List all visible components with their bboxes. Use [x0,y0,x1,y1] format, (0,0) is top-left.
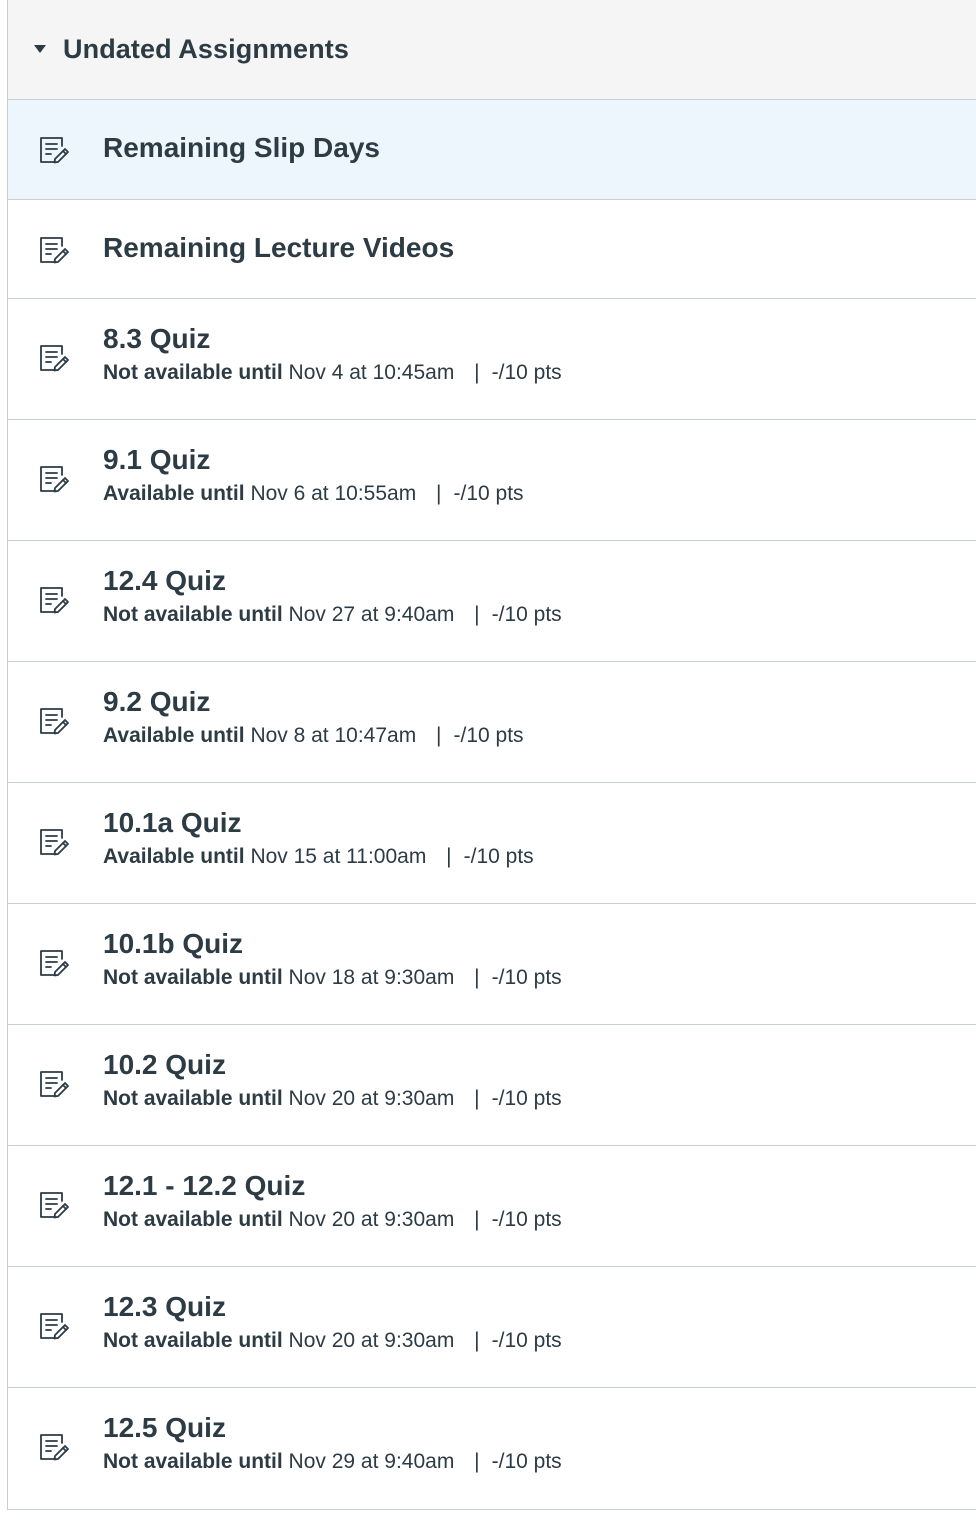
assignment-title[interactable]: Remaining Slip Days [103,131,380,165]
availability-status: Not available until [103,1208,283,1231]
meta-separator: | [446,845,452,868]
assignment-title[interactable]: 12.4 Quiz [103,564,562,598]
availability-date: Nov 18 at 9:30am [288,966,455,989]
assignment-icon [40,237,69,264]
assignment-icon [40,137,69,164]
assignment-title[interactable]: 12.1 - 12.2 Quiz [103,1169,562,1203]
assignment-row[interactable]: Remaining Lecture Videos [8,200,976,299]
assignment-meta: Not available until Nov 18 at 9:30am | -/… [103,965,562,991]
assignment-meta: Available until Nov 6 at 10:55am | -/10 p… [103,481,524,507]
assignment-title[interactable]: 9.2 Quiz [103,685,524,719]
points-possible: -/10 pts [491,966,562,989]
assignment-title[interactable]: 10.1b Quiz [103,927,562,961]
assignment-row[interactable]: 10.1b Quiz Not available until Nov 18 at… [8,904,976,1025]
availability-date: Nov 20 at 9:30am [288,1087,455,1110]
assignment-icon [40,1313,69,1340]
points-possible: -/10 pts [491,1208,562,1231]
assignment-title[interactable]: 10.2 Quiz [103,1048,562,1082]
assignment-title[interactable]: 12.5 Quiz [103,1411,562,1445]
assignment-meta: Not available until Nov 20 at 9:30am | -/… [103,1086,562,1112]
availability-date: Nov 6 at 10:55am [250,482,417,505]
points-possible: -/10 pts [453,482,524,505]
availability-status: Available until [103,845,245,868]
points-possible: -/10 pts [491,1450,562,1473]
assignment-icon [40,950,69,977]
availability-date: Nov 4 at 10:45am [288,361,455,384]
assignment-meta: Not available until Nov 20 at 9:30am | -/… [103,1328,562,1354]
assignment-row[interactable]: 12.1 - 12.2 Quiz Not available until Nov… [8,1146,976,1267]
availability-date: Nov 27 at 9:40am [288,603,455,626]
meta-separator: | [474,603,480,626]
assignment-title[interactable]: 12.3 Quiz [103,1290,562,1324]
meta-separator: | [436,482,442,505]
availability-status: Available until [103,724,245,747]
points-possible: -/10 pts [491,1087,562,1110]
assignment-title[interactable]: 8.3 Quiz [103,322,562,356]
availability-date: Nov 15 at 11:00am [250,845,427,868]
assignment-meta: Not available until Nov 27 at 9:40am | -/… [103,602,562,628]
assignment-meta: Not available until Nov 20 at 9:30am | -/… [103,1207,562,1233]
availability-status: Not available until [103,361,283,384]
availability-status: Not available until [103,1450,283,1473]
assignment-title[interactable]: 9.1 Quiz [103,443,524,477]
meta-separator: | [474,1087,480,1110]
assignment-row[interactable]: 12.4 Quiz Not available until Nov 27 at … [8,541,976,662]
meta-separator: | [474,361,480,384]
assignment-row[interactable]: 12.5 Quiz Not available until Nov 29 at … [8,1388,976,1509]
undated-assignments-panel: Undated Assignments Remaining Slip Days … [7,0,976,1510]
group-title: Undated Assignments [63,34,349,64]
assignment-row[interactable]: 8.3 Quiz Not available until Nov 4 at 10… [8,299,976,420]
assignment-meta: Not available until Nov 29 at 9:40am | -/… [103,1449,562,1475]
assignment-row[interactable]: 9.1 Quiz Available until Nov 6 at 10:55a… [8,420,976,541]
availability-status: Not available until [103,1087,283,1110]
assignment-meta: Available until Nov 8 at 10:47am | -/10 p… [103,723,524,749]
availability-status: Not available until [103,966,283,989]
assignment-icon [40,1434,69,1461]
assignment-icon [40,466,69,493]
meta-separator: | [474,1208,480,1231]
assignment-title[interactable]: Remaining Lecture Videos [103,231,454,265]
assignment-icon [40,1071,69,1098]
group-header-undated[interactable]: Undated Assignments [8,0,976,100]
assignment-row[interactable]: 12.3 Quiz Not available until Nov 20 at … [8,1267,976,1388]
assignment-row[interactable]: 9.2 Quiz Available until Nov 8 at 10:47a… [8,662,976,783]
assignment-icon [40,587,69,614]
availability-status: Not available until [103,1329,283,1352]
availability-date: Nov 29 at 9:40am [288,1450,455,1473]
availability-date: Nov 20 at 9:30am [288,1208,455,1231]
points-possible: -/10 pts [453,724,524,747]
points-possible: -/10 pts [491,603,562,626]
points-possible: -/10 pts [491,1329,562,1352]
availability-status: Available until [103,482,245,505]
assignment-meta: Not available until Nov 4 at 10:45am | -/… [103,360,562,386]
points-possible: -/10 pts [463,845,534,868]
assignment-icon [40,345,69,372]
assignment-row[interactable]: 10.2 Quiz Not available until Nov 20 at … [8,1025,976,1146]
meta-separator: | [474,1329,480,1352]
meta-separator: | [474,966,480,989]
assignment-icon [40,829,69,856]
assignment-title[interactable]: 10.1a Quiz [103,806,534,840]
assignment-row[interactable]: 10.1a Quiz Available until Nov 15 at 11:… [8,783,976,904]
assignment-icon [40,1192,69,1219]
availability-date: Nov 20 at 9:30am [288,1329,455,1352]
meta-separator: | [436,724,442,747]
assignment-icon [40,708,69,735]
caret-down-icon[interactable] [34,44,46,53]
assignment-meta: Available until Nov 15 at 11:00am | -/10 … [103,844,534,870]
assignment-row[interactable]: Remaining Slip Days [8,100,976,200]
availability-date: Nov 8 at 10:47am [250,724,417,747]
availability-status: Not available until [103,603,283,626]
points-possible: -/10 pts [491,361,562,384]
meta-separator: | [474,1450,480,1473]
